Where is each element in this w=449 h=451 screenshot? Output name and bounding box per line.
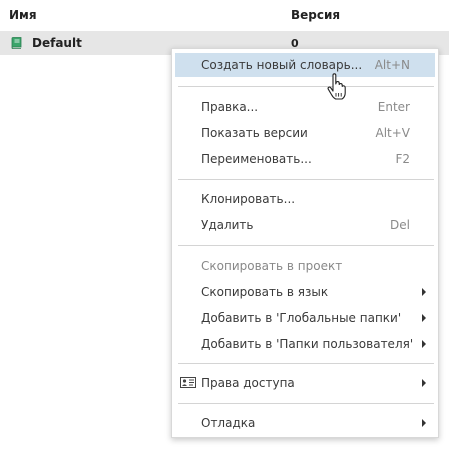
- menu-item-access-rights[interactable]: Права доступа: [175, 371, 435, 395]
- menu-item-rename[interactable]: Переименовать... F2: [175, 147, 435, 171]
- menu-item-label: Добавить в 'Папки пользователя': [201, 337, 414, 351]
- column-header-version[interactable]: Версия: [291, 8, 340, 22]
- book-icon: [11, 37, 22, 49]
- id-card-icon: [180, 377, 196, 388]
- menu-item-clone[interactable]: Клонировать...: [175, 187, 435, 211]
- menu-item-shortcut: Alt+N: [374, 58, 410, 72]
- menu-item-show-versions[interactable]: Показать версии Alt+V: [175, 121, 435, 145]
- menu-item-copy-to-language[interactable]: Скопировать в язык: [175, 280, 435, 304]
- menu-item-label: Удалить: [201, 218, 254, 232]
- menu-item-copy-to-project: Скопировать в проект: [175, 254, 435, 278]
- menu-item-label: Права доступа: [201, 376, 295, 390]
- menu-item-label: Переименовать...: [201, 152, 312, 166]
- hand-cursor-icon: [327, 73, 346, 100]
- menu-item-label: Клонировать...: [201, 192, 296, 206]
- column-header-name[interactable]: Имя: [9, 8, 37, 22]
- menu-item-shortcut: Alt+V: [375, 126, 410, 140]
- submenu-arrow-icon: [422, 419, 426, 427]
- menu-item-add-global-folders[interactable]: Добавить в 'Глобальные папки': [175, 306, 435, 330]
- menu-item-shortcut: F2: [395, 152, 410, 166]
- menu-item-label: Отладка: [201, 416, 256, 430]
- menu-item-shortcut: Enter: [377, 100, 410, 114]
- context-menu: Создать новый словарь... Alt+N Правка...…: [171, 48, 439, 438]
- menu-item-label: Правка...: [201, 100, 259, 114]
- menu-item-label: Скопировать в язык: [201, 285, 329, 299]
- submenu-arrow-icon: [422, 314, 426, 322]
- table-header: Имя Версия: [0, 0, 449, 30]
- submenu-arrow-icon: [422, 379, 426, 387]
- menu-item-label: Создать новый словарь...: [201, 58, 363, 72]
- menu-item-label: Добавить в 'Глобальные папки': [201, 311, 402, 325]
- menu-item-label: Показать версии: [201, 126, 308, 140]
- menu-item-create-dictionary[interactable]: Создать новый словарь... Alt+N: [175, 53, 435, 77]
- menu-separator: [178, 245, 434, 246]
- menu-item-edit[interactable]: Правка... Enter: [175, 95, 435, 119]
- menu-item-label: Скопировать в проект: [201, 259, 343, 273]
- menu-item-shortcut: Del: [390, 218, 410, 232]
- menu-separator: [178, 179, 434, 180]
- submenu-arrow-icon: [422, 340, 426, 348]
- row-name: Default: [32, 36, 82, 50]
- menu-separator: [178, 86, 434, 87]
- menu-item-delete[interactable]: Удалить Del: [175, 213, 435, 237]
- submenu-arrow-icon: [422, 288, 426, 296]
- menu-separator: [178, 403, 434, 404]
- menu-item-debug[interactable]: Отладка: [175, 411, 435, 435]
- menu-item-add-user-folders[interactable]: Добавить в 'Папки пользователя': [175, 332, 435, 356]
- menu-separator: [178, 363, 434, 364]
